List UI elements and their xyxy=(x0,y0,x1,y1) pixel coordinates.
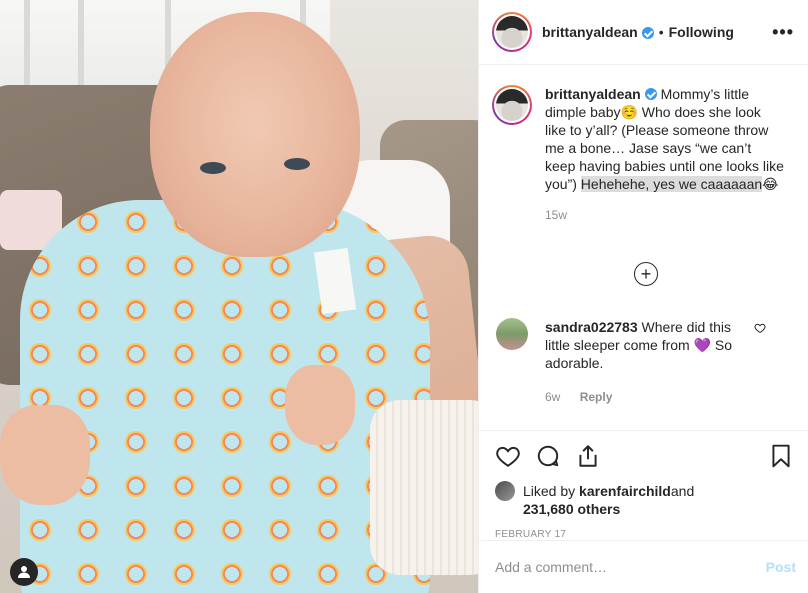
comments-area: brittanyaldean Mommy’s little dimple bab… xyxy=(479,65,808,430)
caption-text: brittanyaldean Mommy’s little dimple bab… xyxy=(545,85,785,193)
post-date[interactable]: FEBRUARY 17 xyxy=(495,529,794,540)
more-icon[interactable]: ••• xyxy=(772,22,794,43)
baby-face xyxy=(150,12,360,257)
user-tag-icon[interactable] xyxy=(10,558,38,586)
likes-count[interactable]: 231,680 others xyxy=(523,501,794,517)
liker-username[interactable]: karenfairchild xyxy=(579,482,671,500)
comment-meta: 6w Reply xyxy=(545,388,755,406)
post-photo[interactable] xyxy=(0,0,478,593)
separator-dot: • xyxy=(658,24,664,40)
commenter-avatar[interactable] xyxy=(496,318,528,350)
post-header: brittanyaldean • Following ••• xyxy=(479,0,808,65)
sweater-sleeve xyxy=(370,400,478,575)
plus-circle-icon[interactable]: + xyxy=(634,262,658,286)
post-comment-button[interactable]: Post xyxy=(766,559,796,575)
author-avatar[interactable] xyxy=(492,12,532,52)
liker-avatar[interactable] xyxy=(495,481,515,501)
caption-time[interactable]: 15w xyxy=(545,208,792,222)
caption-verified-icon xyxy=(644,88,657,100)
comment-time[interactable]: 6w xyxy=(545,390,560,404)
baby-hand-left xyxy=(0,405,90,505)
comment-icon[interactable] xyxy=(535,443,561,469)
comment-item: sandra022783 Where did this little sleep… xyxy=(496,318,796,406)
caption-emoji: 😂 xyxy=(762,176,779,192)
author-username[interactable]: brittanyaldean xyxy=(542,24,638,40)
add-comment-input[interactable] xyxy=(495,559,766,575)
caption-username[interactable]: brittanyaldean xyxy=(545,86,641,102)
caption-highlight: Hehehehe, yes we caaaaaan xyxy=(580,176,763,192)
caption-avatar[interactable] xyxy=(492,85,532,125)
heart-icon[interactable] xyxy=(495,443,521,469)
likes-prefix: Liked by xyxy=(523,483,576,499)
commenter-username[interactable]: sandra022783 xyxy=(545,319,638,335)
reply-button[interactable]: Reply xyxy=(580,390,613,404)
rainbow-onesie xyxy=(20,200,430,593)
comment-like-heart-icon[interactable] xyxy=(754,322,766,334)
action-icons xyxy=(495,431,794,481)
following-button[interactable]: Following xyxy=(669,24,734,40)
comment-body: sandra022783 Where did this little sleep… xyxy=(545,318,755,406)
baby-hand-right xyxy=(285,365,355,445)
likes-summary: Liked by karenfairchild and xyxy=(495,481,794,501)
add-comment-bar: Post xyxy=(479,540,808,593)
action-bar: Liked by karenfairchild and 231,680 othe… xyxy=(479,430,808,540)
share-icon[interactable] xyxy=(575,443,601,469)
instagram-post: brittanyaldean • Following ••• brittanya… xyxy=(0,0,808,593)
verified-badge-icon xyxy=(641,27,654,39)
likes-and: and xyxy=(670,483,695,499)
caption: brittanyaldean Mommy’s little dimple bab… xyxy=(492,85,792,193)
post-sidebar: brittanyaldean • Following ••• brittanya… xyxy=(478,0,808,593)
bookmark-icon[interactable] xyxy=(768,443,794,469)
